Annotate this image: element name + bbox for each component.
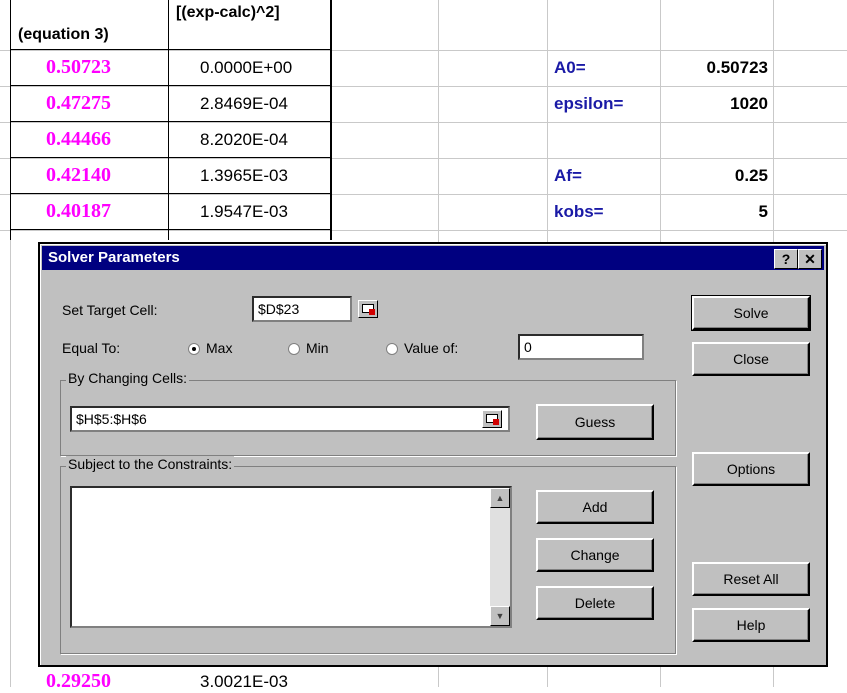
cell-border	[10, 0, 11, 240]
calc-value-cell[interactable]: 0.47275	[46, 92, 111, 115]
param-value-a0[interactable]: 0.50723	[662, 58, 768, 78]
radio-value-of-label[interactable]: Value of:	[404, 340, 458, 356]
value-of-input[interactable]: 0	[518, 334, 644, 360]
squared-diff-cell[interactable]: 1.9547E-03	[200, 202, 288, 222]
cell-border	[10, 193, 332, 194]
cell-border	[10, 49, 332, 50]
radio-min-label[interactable]: Min	[306, 340, 329, 356]
radio-min[interactable]	[288, 343, 300, 355]
target-cell-label: Set Target Cell:	[62, 302, 158, 318]
squared-diff-cell[interactable]: 8.2020E-04	[200, 130, 288, 150]
collapse-dialog-icon[interactable]	[358, 300, 378, 318]
cell-border	[10, 229, 332, 230]
grid-line	[0, 122, 847, 123]
help-button[interactable]: Help	[692, 608, 810, 642]
cell-border	[10, 85, 332, 86]
delete-button[interactable]: Delete	[536, 586, 654, 620]
calc-value-cell[interactable]: 0.40187	[46, 200, 111, 223]
constraints-label: Subject to the Constraints:	[66, 456, 235, 472]
param-value-kobs[interactable]: 5	[662, 202, 768, 222]
options-button[interactable]: Options	[692, 452, 810, 486]
param-label-af: Af=	[554, 166, 582, 185]
param-label-epsilon: epsilon=	[554, 94, 624, 113]
grid-line	[0, 194, 847, 195]
constraints-scrollbar[interactable]: ▲ ▼	[490, 488, 510, 626]
dialog-title: Solver Parameters	[48, 249, 180, 266]
cell-border	[330, 0, 332, 240]
cell-border	[10, 157, 332, 158]
add-button[interactable]: Add	[536, 490, 654, 524]
calc-value-cell[interactable]: 0.44466	[46, 128, 111, 151]
calc-value-cell[interactable]: 0.42140	[46, 164, 111, 187]
reset-all-button[interactable]: Reset All	[692, 562, 810, 596]
constraints-list[interactable]: ▲ ▼	[70, 486, 512, 628]
solver-parameters-dialog: Solver Parameters ? ✕ Set Target Cell: $…	[38, 242, 828, 667]
grid-line	[0, 86, 847, 87]
collapse-dialog-icon[interactable]	[482, 410, 502, 428]
close-icon[interactable]: ✕	[798, 249, 822, 269]
column-header-equation3: (equation 3)	[18, 26, 109, 43]
cell-border	[10, 121, 332, 122]
close-button[interactable]: Close	[692, 342, 810, 376]
grid-line	[0, 230, 847, 231]
squared-diff-cell[interactable]: 0.0000E+00	[200, 58, 292, 78]
help-icon[interactable]: ?	[774, 249, 798, 269]
changing-cells-input[interactable]: $H$5:$H$6	[70, 406, 510, 432]
changing-cells-label: By Changing Cells:	[66, 370, 190, 386]
dialog-titlebar[interactable]: Solver Parameters ? ✕	[42, 246, 824, 270]
scroll-up-icon[interactable]: ▲	[490, 488, 510, 508]
cell-border	[168, 0, 169, 240]
calc-value-cell[interactable]: 0.29250	[46, 670, 111, 693]
change-button[interactable]: Change	[536, 538, 654, 572]
param-label-a0: A0=	[554, 58, 586, 77]
squared-diff-cell[interactable]: 1.3965E-03	[200, 166, 288, 186]
calc-value-cell[interactable]: 0.50723	[46, 56, 111, 79]
target-cell-input[interactable]: $D$23	[252, 296, 352, 322]
equal-to-label: Equal To:	[62, 340, 121, 356]
solve-button[interactable]: Solve	[691, 295, 811, 331]
column-header-squared-diff: [(exp-calc)^2]	[176, 4, 280, 21]
squared-diff-cell[interactable]: 2.8469E-04	[200, 94, 288, 114]
param-label-kobs: kobs=	[554, 202, 604, 221]
radio-value-of[interactable]	[386, 343, 398, 355]
radio-max-label[interactable]: Max	[206, 340, 232, 356]
param-value-af[interactable]: 0.25	[662, 166, 768, 186]
guess-button[interactable]: Guess	[536, 404, 654, 440]
scroll-down-icon[interactable]: ▼	[490, 606, 510, 626]
param-value-epsilon[interactable]: 1020	[662, 94, 768, 114]
radio-max[interactable]	[188, 343, 200, 355]
grid-line	[0, 50, 847, 51]
squared-diff-cell[interactable]: 3.0021E-03	[200, 672, 288, 692]
grid-line	[0, 158, 847, 159]
